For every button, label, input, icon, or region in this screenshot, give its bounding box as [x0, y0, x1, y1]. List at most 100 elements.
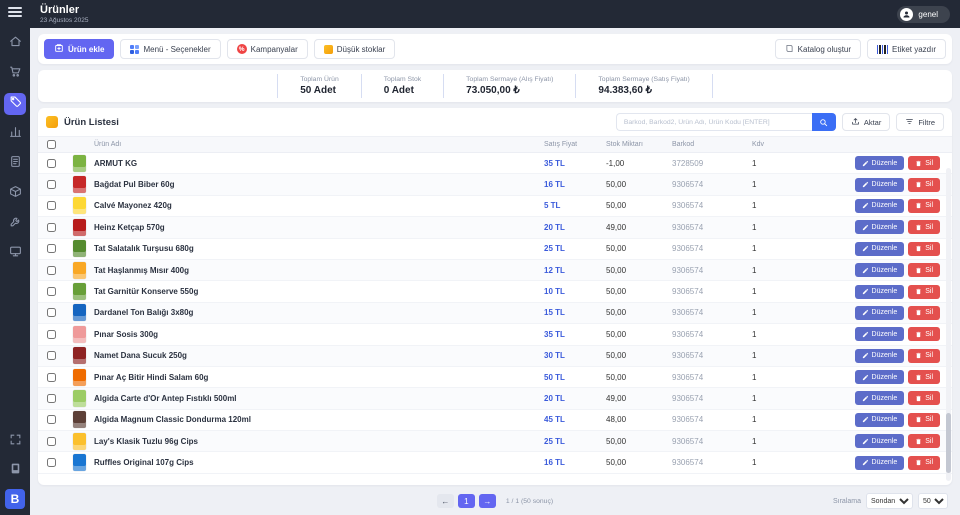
row-checkbox[interactable] — [47, 394, 56, 403]
delete-button[interactable]: Sil — [908, 327, 940, 341]
sidebar-item-devices[interactable] — [4, 243, 26, 265]
product-price: 15 TL — [544, 308, 606, 317]
product-name: Pınar Sosis 300g — [94, 330, 544, 339]
search-button[interactable] — [812, 113, 836, 131]
sidebar-item-inventory[interactable] — [4, 183, 26, 205]
product-image — [73, 240, 86, 257]
product-price: 16 TL — [544, 180, 606, 189]
sidebar-item-tools[interactable] — [4, 213, 26, 235]
delete-button[interactable]: Sil — [908, 456, 940, 470]
sidebar-item-analytics[interactable] — [4, 123, 26, 145]
export-button[interactable]: Aktar — [842, 113, 891, 131]
edit-button[interactable]: Düzenle — [855, 456, 905, 470]
delete-button[interactable]: Sil — [908, 370, 940, 384]
current-page[interactable]: 1 — [458, 494, 475, 508]
edit-button[interactable]: Düzenle — [855, 413, 905, 427]
edit-button[interactable]: Düzenle — [855, 285, 905, 299]
product-barcode: 9306574 — [672, 415, 752, 424]
row-checkbox[interactable] — [47, 287, 56, 296]
delete-button[interactable]: Sil — [908, 285, 940, 299]
stat-capital-sell: Toplam Sermaye (Satış Fiyatı) 94.383,60 … — [575, 74, 712, 98]
prev-page-button[interactable]: ← — [437, 494, 454, 508]
edit-button[interactable]: Düzenle — [855, 199, 905, 213]
edit-button[interactable]: Düzenle — [855, 156, 905, 170]
create-catalog-button[interactable]: Katalog oluştur — [775, 39, 861, 59]
sort-select[interactable]: Sondan — [866, 493, 913, 509]
edit-button[interactable]: Düzenle — [855, 178, 905, 192]
row-checkbox[interactable] — [47, 159, 56, 168]
edit-button[interactable]: Düzenle — [855, 327, 905, 341]
edit-button[interactable]: Düzenle — [855, 242, 905, 256]
row-checkbox[interactable] — [47, 437, 56, 446]
select-all-checkbox[interactable] — [47, 140, 56, 149]
edit-button[interactable]: Düzenle — [855, 306, 905, 320]
menu-options-button[interactable]: Menü - Seçenekler — [120, 39, 220, 59]
scrollbar-track[interactable] — [946, 168, 951, 481]
sidebar-item-cart[interactable] — [4, 63, 26, 85]
delete-button[interactable]: Sil — [908, 391, 940, 405]
edit-button[interactable]: Düzenle — [855, 220, 905, 234]
row-checkbox[interactable] — [47, 308, 56, 317]
product-price: 50 TL — [544, 373, 606, 382]
product-barcode: 9306574 — [672, 458, 752, 467]
add-box-icon — [54, 43, 64, 55]
row-checkbox[interactable] — [47, 180, 56, 189]
column-name: Ürün Adı — [94, 141, 544, 148]
row-checkbox[interactable] — [47, 458, 56, 467]
delete-button[interactable]: Sil — [908, 178, 940, 192]
menu-icon[interactable] — [8, 7, 22, 17]
edit-button[interactable]: Düzenle — [855, 263, 905, 277]
stat-total-products: Toplam Ürün 50 Adet — [277, 74, 361, 98]
search-input[interactable] — [616, 113, 812, 131]
delete-button[interactable]: Sil — [908, 242, 940, 256]
column-barcode: Barkod — [672, 141, 752, 148]
catalog-icon — [785, 44, 794, 55]
delete-button[interactable]: Sil — [908, 199, 940, 213]
customer-display-button[interactable] — [4, 460, 26, 482]
sidebar-item-products[interactable] — [4, 93, 26, 115]
user-name: genel — [918, 10, 938, 19]
row-checkbox[interactable] — [47, 201, 56, 210]
edit-button[interactable]: Düzenle — [855, 370, 905, 384]
product-name: Algida Magnum Classic Dondurma 120ml — [94, 415, 544, 424]
delete-button[interactable]: Sil — [908, 156, 940, 170]
sidebar-item-home[interactable] — [4, 33, 26, 55]
edit-button[interactable]: Düzenle — [855, 349, 905, 363]
row-checkbox[interactable] — [47, 266, 56, 275]
page-size-select[interactable]: 50 — [918, 493, 948, 509]
product-kdv: 1 — [752, 201, 802, 210]
campaigns-button[interactable]: % Kampanyalar — [227, 39, 308, 59]
row-checkbox[interactable] — [47, 244, 56, 253]
product-image — [73, 219, 86, 236]
delete-button[interactable]: Sil — [908, 349, 940, 363]
row-checkbox[interactable] — [47, 330, 56, 339]
scrollbar-thumb[interactable] — [946, 413, 951, 473]
edit-button[interactable]: Düzenle — [855, 391, 905, 405]
row-checkbox[interactable] — [47, 223, 56, 232]
print-label-button[interactable]: Etiket yazdır — [867, 39, 946, 59]
delete-button[interactable]: Sil — [908, 220, 940, 234]
brand-logo[interactable]: B — [5, 489, 25, 509]
row-checkbox[interactable] — [47, 373, 56, 382]
add-product-button[interactable]: Ürün ekle — [44, 39, 114, 59]
product-barcode: 9306574 — [672, 437, 752, 446]
product-barcode: 9306574 — [672, 244, 752, 253]
next-page-button[interactable]: → — [479, 494, 496, 508]
delete-button[interactable]: Sil — [908, 413, 940, 427]
row-checkbox[interactable] — [47, 415, 56, 424]
product-image — [73, 454, 86, 471]
row-checkbox[interactable] — [47, 351, 56, 360]
delete-button[interactable]: Sil — [908, 263, 940, 277]
product-stock: -1,00 — [606, 159, 672, 168]
user-menu[interactable]: genel — [897, 6, 950, 23]
filter-button[interactable]: Filtre — [896, 113, 944, 131]
fullscreen-button[interactable] — [4, 431, 26, 453]
low-stocks-button[interactable]: Düşük stoklar — [314, 39, 395, 59]
edit-button[interactable]: Düzenle — [855, 434, 905, 448]
product-stock: 49,00 — [606, 223, 672, 232]
delete-button[interactable]: Sil — [908, 306, 940, 320]
app-root: B Ürünler 23 Ağustos 2025 genel Ürün ekl… — [0, 0, 960, 515]
sidebar-item-receipts[interactable] — [4, 153, 26, 175]
product-name: Heinz Ketçap 570g — [94, 223, 544, 232]
delete-button[interactable]: Sil — [908, 434, 940, 448]
